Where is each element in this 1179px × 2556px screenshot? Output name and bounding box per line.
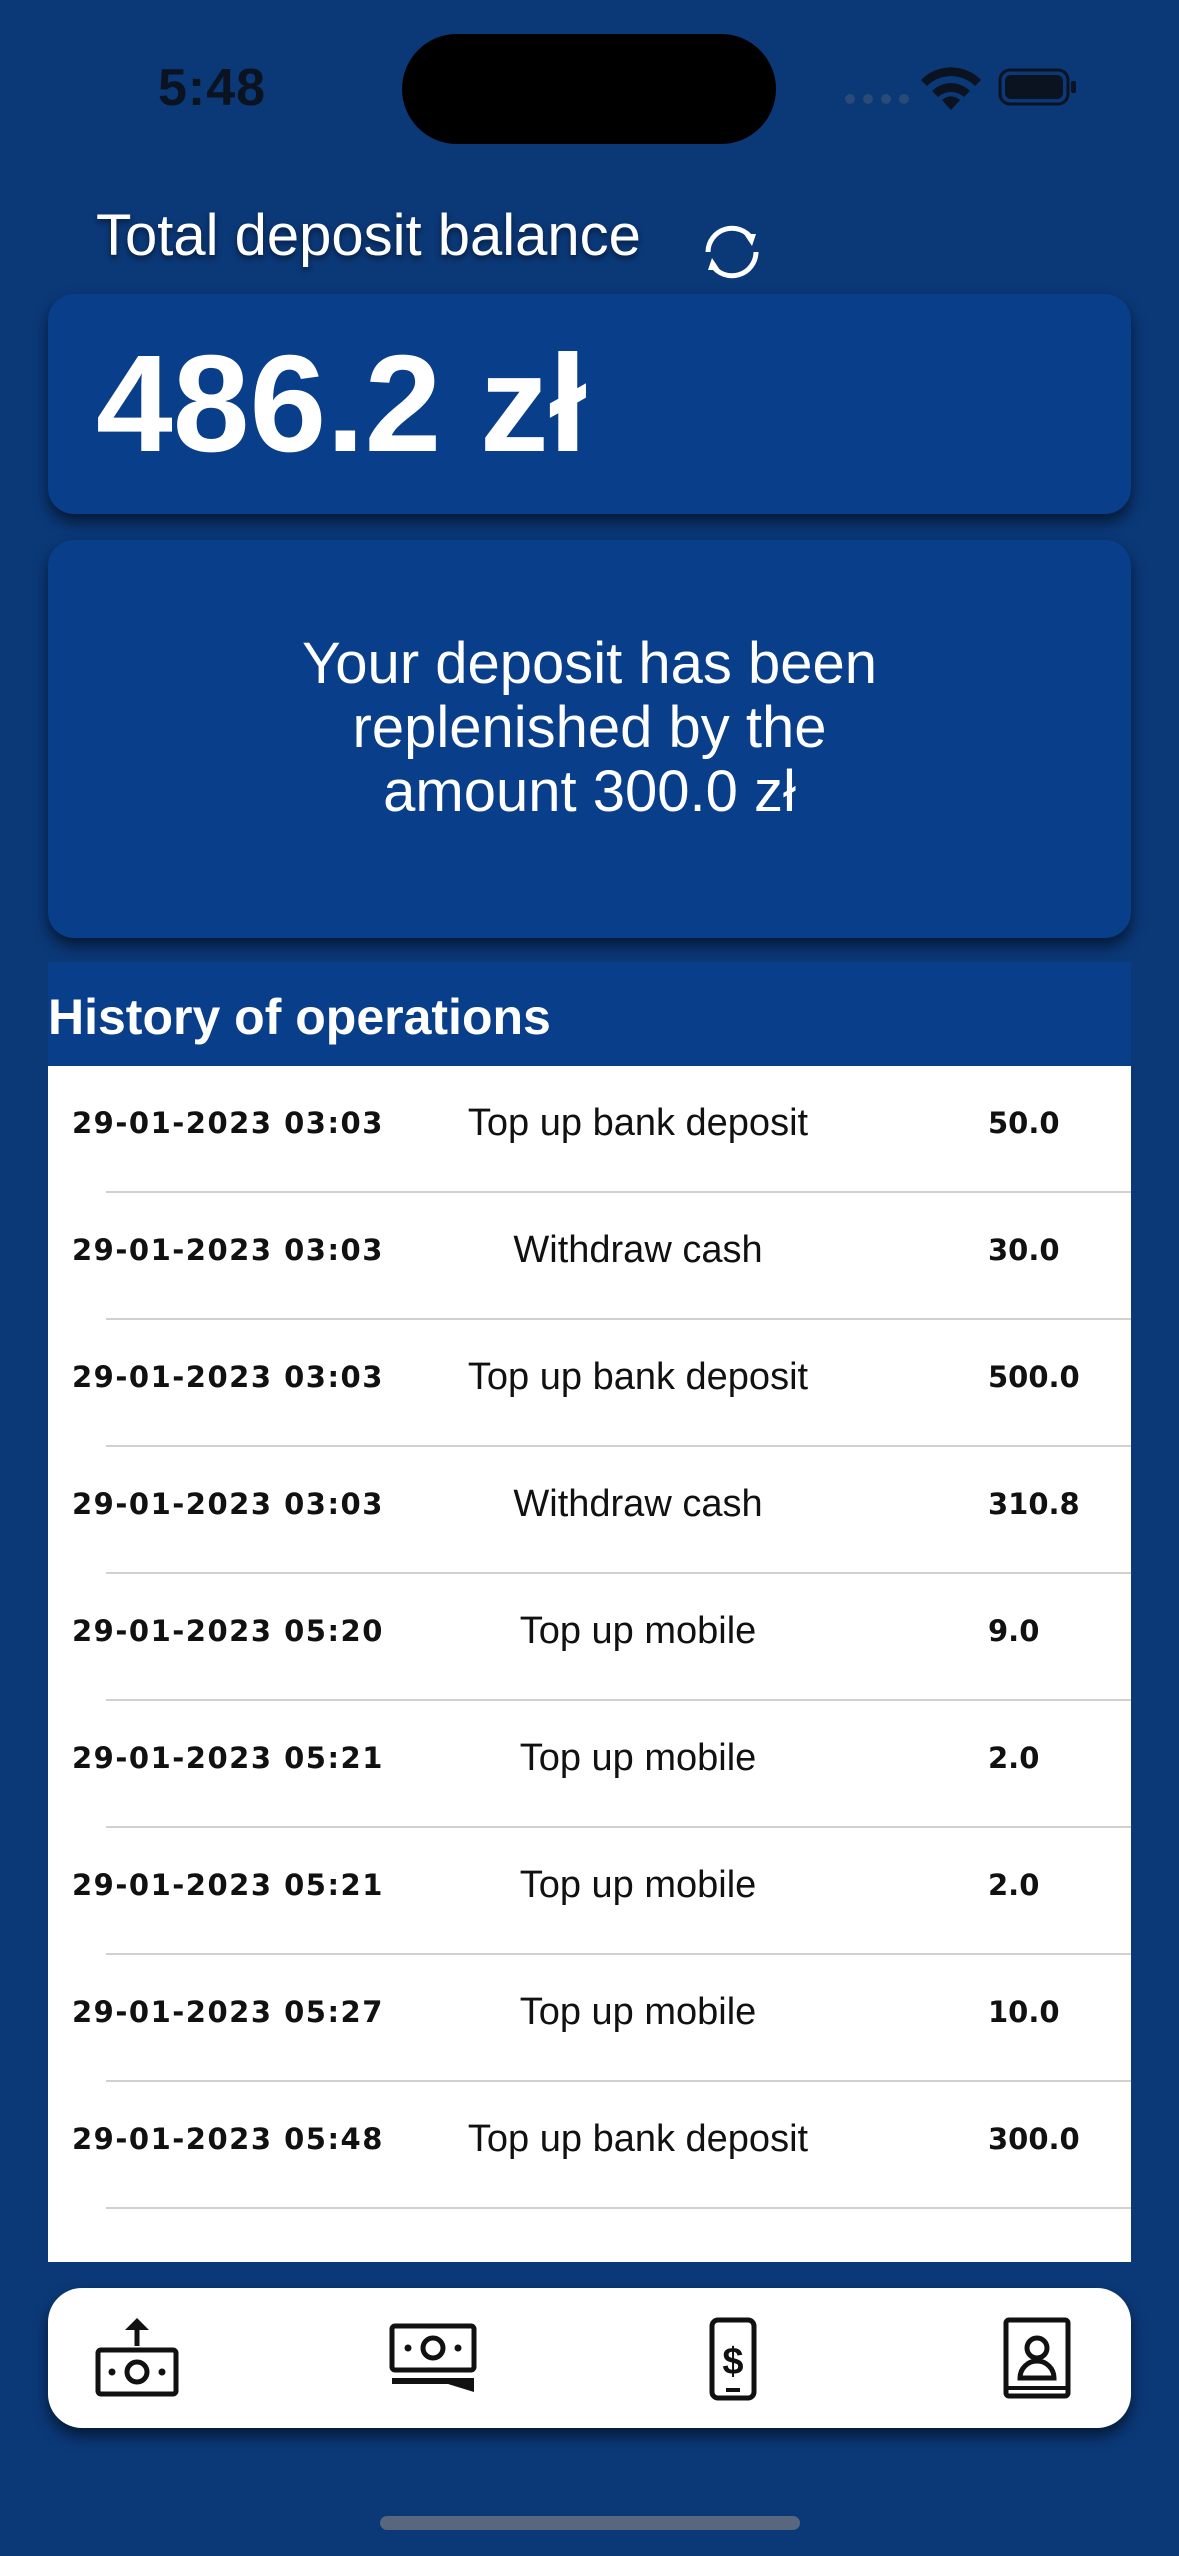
history-row[interactable]: 29-01-2023 03:03 Withdraw cash 30.0 [48, 1193, 1131, 1320]
row-date: 29-01-2023 03:03 [72, 1233, 384, 1267]
row-amount: 500.0 [988, 1360, 1080, 1394]
deposit-money-icon[interactable] [92, 2316, 182, 2402]
row-operation: Withdraw cash [513, 1483, 763, 1525]
row-date: 29-01-2023 05:48 [72, 2122, 384, 2156]
row-operation: Top up mobile [519, 1610, 757, 1652]
history-row[interactable]: 29-01-2023 03:03 Top up bank deposit 500… [48, 1320, 1131, 1447]
history-row[interactable]: 29-01-2023 05:20 Top up mobile 9.0 [48, 1574, 1131, 1701]
row-amount: 2.0 [988, 1741, 1040, 1775]
row-amount: 30.0 [988, 1233, 1060, 1267]
status-time: 5:48 [158, 59, 267, 117]
dynamic-island [402, 34, 776, 144]
cellular-signal-icon [845, 94, 909, 104]
history-header: History of operations [48, 962, 1131, 1066]
page-title: Total deposit balance [96, 203, 641, 268]
row-amount: 9.0 [988, 1614, 1040, 1648]
notification-message: Your deposit has been replenished by the… [301, 631, 878, 824]
history-row[interactable]: 29-01-2023 03:03 Top up bank deposit 50.… [48, 1066, 1131, 1193]
wifi-icon [921, 67, 981, 110]
history-title: History of operations [48, 989, 551, 1045]
row-date: 29-01-2023 05:27 [72, 1995, 384, 2029]
refresh-icon[interactable] [692, 212, 772, 292]
row-date: 29-01-2023 03:03 [72, 1106, 384, 1140]
history-list[interactable]: 29-01-2023 03:03 Top up bank deposit 50.… [48, 1066, 1131, 2262]
home-indicator[interactable] [380, 2516, 800, 2530]
notification-card: Your deposit has been replenished by the… [48, 540, 1131, 938]
withdraw-cash-icon[interactable] [388, 2316, 478, 2402]
row-date: 29-01-2023 05:20 [72, 1614, 384, 1648]
history-row[interactable]: 29-01-2023 03:03 Withdraw cash 310.8 [48, 1447, 1131, 1574]
balance-card: 486.2 zł [48, 294, 1131, 514]
history-row[interactable]: 29-01-2023 05:21 Top up mobile 2.0 [48, 1828, 1131, 1955]
row-date: 29-01-2023 03:03 [72, 1487, 384, 1521]
battery-icon [998, 68, 1076, 106]
row-amount: 310.8 [988, 1487, 1080, 1521]
row-operation: Top up mobile [519, 1864, 757, 1906]
svg-text:$: $ [722, 2341, 743, 2383]
history-row[interactable]: 29-01-2023 05:27 Top up mobile 10.0 [48, 1955, 1131, 2082]
row-amount: 10.0 [988, 1995, 1060, 2029]
row-operation: Top up mobile [519, 1991, 757, 2033]
contacts-book-icon[interactable] [992, 2316, 1082, 2402]
tab-bar: $ [48, 2288, 1131, 2428]
history-row[interactable]: 29-01-2023 05:21 Top up mobile 2.0 [48, 1701, 1131, 1828]
row-date: 29-01-2023 03:03 [72, 1360, 384, 1394]
row-operation: Top up bank deposit [467, 1102, 809, 1144]
history-row[interactable]: 29-01-2023 05:48 Top up bank deposit 300… [48, 2082, 1131, 2209]
row-operation: Withdraw cash [513, 1229, 763, 1271]
row-date: 29-01-2023 05:21 [72, 1868, 384, 1902]
row-divider [106, 2207, 1131, 2209]
row-operation: Top up bank deposit [467, 2118, 809, 2160]
row-amount: 50.0 [988, 1106, 1060, 1140]
mobile-payment-icon[interactable]: $ [688, 2316, 778, 2402]
balance-amount: 486.2 zł [96, 327, 588, 481]
row-operation: Top up bank deposit [467, 1356, 809, 1398]
row-date: 29-01-2023 05:21 [72, 1741, 384, 1775]
row-amount: 300.0 [988, 2122, 1080, 2156]
row-amount: 2.0 [988, 1868, 1040, 1902]
row-operation: Top up mobile [519, 1737, 757, 1779]
